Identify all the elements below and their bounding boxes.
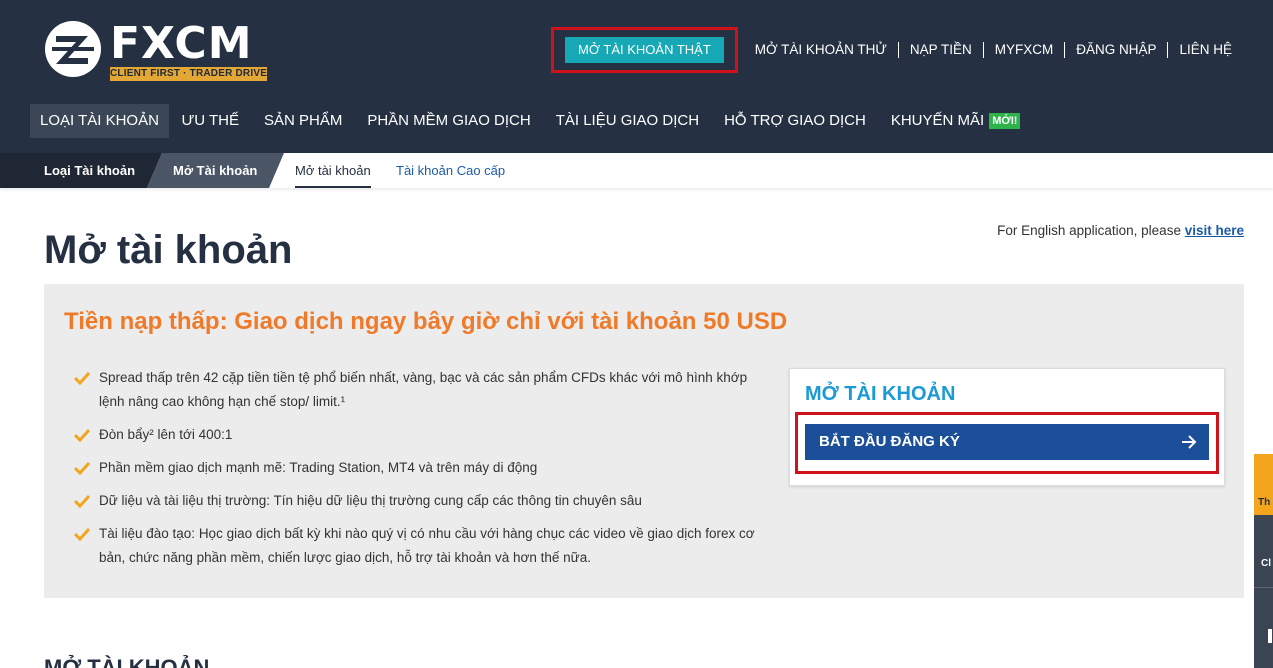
feature-text: Spread thấp trên 42 cặp tiền tiền tệ phổ… (99, 370, 748, 409)
list-item: Spread thấp trên 42 cặp tiền tiền tệ phổ… (74, 366, 764, 414)
side-dark-label: Cl (1261, 558, 1271, 569)
arrow-right-icon (1182, 435, 1197, 449)
feature-text: Dữ liệu và tài liệu thị trường: Tín hiệu… (99, 493, 642, 508)
feature-text: Phần mềm giao dịch mạnh mẽ: Trading Stat… (99, 460, 538, 475)
open-real-highlight: MỞ TÀI KHOẢN THẬT (551, 27, 738, 73)
next-section-heading: MỞ TÀI KHOẢN (44, 655, 210, 668)
panel-heading: Tiền nạp thấp: Giao dịch ngay bây giờ ch… (64, 308, 788, 335)
new-badge: MỚI! (989, 113, 1021, 129)
signup-highlight: BẮT ĐẦU ĐĂNG KÝ (795, 412, 1219, 474)
main-nav-advantages[interactable]: ƯU THẾ (169, 104, 252, 138)
site-header: FXCM CLIENT FIRST · TRADER DRIVEN MỞ TÀI… (0, 0, 1273, 153)
breadcrumb-open-account[interactable]: Mở Tài khoản (173, 153, 257, 188)
main-nav: LOẠI TÀI KHOẢN ƯU THẾ SẢN PHẨM PHẦN MỀM … (30, 104, 1033, 138)
check-icon (74, 428, 90, 442)
top-nav-myfxcm[interactable]: MYFXCM (982, 42, 1065, 58)
top-nav: MỞ TÀI KHOẢN THẬT MỞ TÀI KHOẢN THỬ NẠP T… (551, 27, 1243, 73)
open-real-account-button[interactable]: MỞ TÀI KHOẢN THẬT (565, 37, 724, 63)
top-nav-demo-account[interactable]: MỞ TÀI KHOẢN THỬ (744, 42, 898, 58)
feature-text: Tài liệu đào tạo: Học giao dịch bất kỳ k… (99, 526, 755, 565)
tab-premium-account[interactable]: Tài khoản Cao cấp (396, 153, 505, 188)
low-deposit-panel: Tiền nạp thấp: Giao dịch ngay bây giờ ch… (44, 284, 1244, 598)
top-nav-contact[interactable]: LIÊN HỆ (1167, 42, 1243, 58)
page-title: Mở tài khoản (44, 228, 293, 272)
signup-title: MỞ TÀI KHOẢN (805, 383, 956, 405)
list-item: Phần mềm giao dịch mạnh mẽ: Trading Stat… (74, 456, 764, 480)
start-registration-label: BẮT ĐẦU ĐĂNG KÝ (819, 433, 960, 450)
main-nav-promotions[interactable]: KHUYẾN MÃI MỚI! (878, 104, 1033, 138)
check-icon (74, 461, 90, 475)
side-divider (1254, 587, 1273, 588)
list-item: Tài liệu đào tạo: Học giao dịch bất kỳ k… (74, 522, 764, 570)
signup-box: MỞ TÀI KHOẢN BẮT ĐẦU ĐĂNG KÝ (789, 368, 1225, 486)
logo-tagline: CLIENT FIRST · TRADER DRIVEN (110, 67, 267, 81)
list-item: Đòn bẩy² lên tới 400:1 (74, 423, 764, 447)
check-icon (74, 371, 90, 385)
main-nav-trading-software[interactable]: PHẦN MỀM GIAO DỊCH (355, 104, 543, 138)
fxcm-logo[interactable]: FXCM CLIENT FIRST · TRADER DRIVEN (44, 20, 268, 82)
logo-wordmark: FXCM (110, 18, 253, 69)
english-note-text: For English application, please (997, 223, 1181, 238)
top-nav-deposit[interactable]: NẠP TIỀN (897, 42, 983, 58)
top-nav-login[interactable]: ĐĂNG NHẬP (1064, 42, 1167, 58)
tab-open-account[interactable]: Mở tài khoản (295, 153, 371, 188)
visit-here-link[interactable]: visit here (1185, 223, 1244, 238)
side-widget-icon (1268, 629, 1272, 643)
main-nav-trading-resources[interactable]: TÀI LIỆU GIAO DỊCH (543, 104, 711, 138)
side-orange-tab[interactable]: Th (1254, 454, 1273, 515)
main-nav-account-types[interactable]: LOẠI TÀI KHOẢN (30, 104, 169, 138)
main-nav-products[interactable]: SẢN PHẨM (251, 104, 354, 138)
feature-text: Đòn bẩy² lên tới 400:1 (99, 427, 233, 442)
check-icon (74, 527, 90, 541)
breadcrumb-account-types[interactable]: Loại Tài khoản (44, 153, 135, 188)
side-orange-label: Th (1258, 497, 1271, 508)
list-item: Dữ liệu và tài liệu thị trường: Tín hiệu… (74, 489, 764, 513)
page: FXCM CLIENT FIRST · TRADER DRIVEN MỞ TÀI… (0, 0, 1273, 668)
side-dark-tab[interactable]: Cl (1254, 515, 1273, 668)
main-nav-promotions-label: KHUYẾN MÃI (890, 112, 985, 129)
fxcm-mark-icon (45, 21, 101, 77)
english-note: For English application, please visit he… (997, 222, 1244, 240)
start-registration-button[interactable]: BẮT ĐẦU ĐĂNG KÝ (805, 424, 1209, 460)
check-icon (74, 494, 90, 508)
feature-list: Spread thấp trên 42 cặp tiền tiền tệ phổ… (74, 366, 764, 579)
main-nav-trading-support[interactable]: HỖ TRỢ GIAO DỊCH (712, 104, 879, 138)
breadcrumb: Loại Tài khoản Mở Tài khoản Mở tài khoản… (0, 153, 1273, 188)
